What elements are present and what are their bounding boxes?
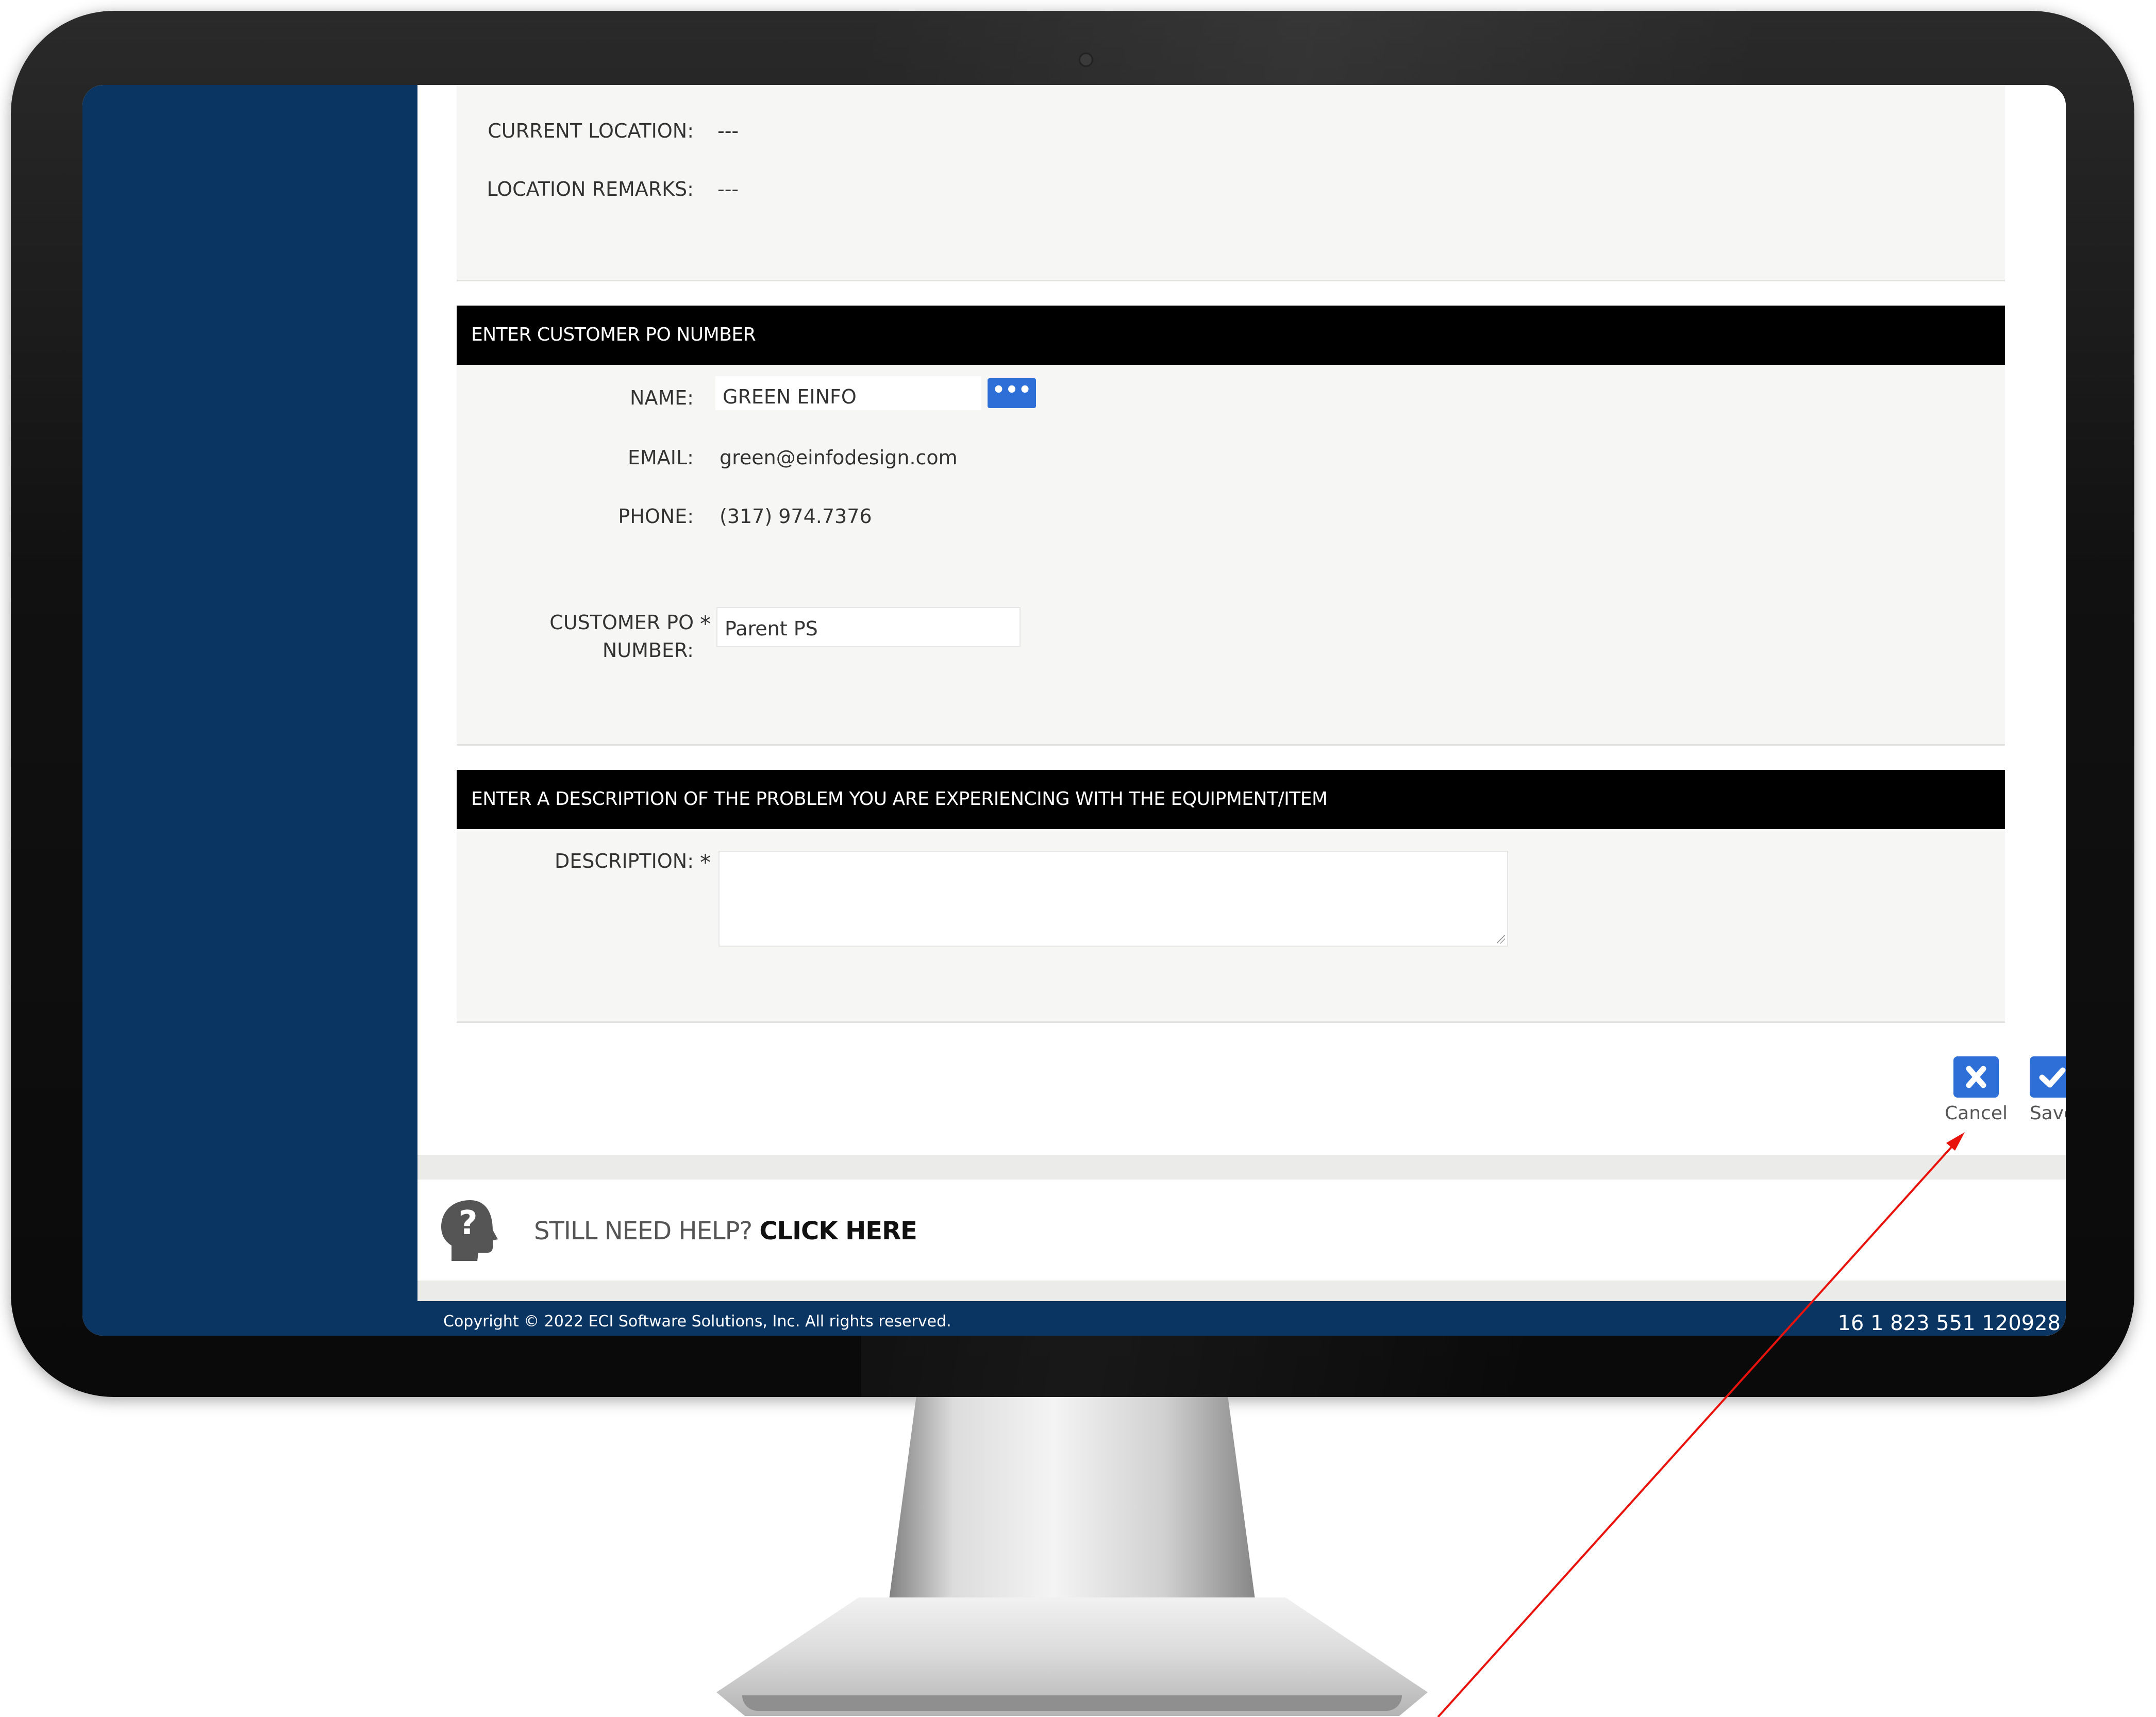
- annotation-arrow: [1437, 1132, 1965, 1717]
- arrowhead-icon: [1946, 1132, 1965, 1151]
